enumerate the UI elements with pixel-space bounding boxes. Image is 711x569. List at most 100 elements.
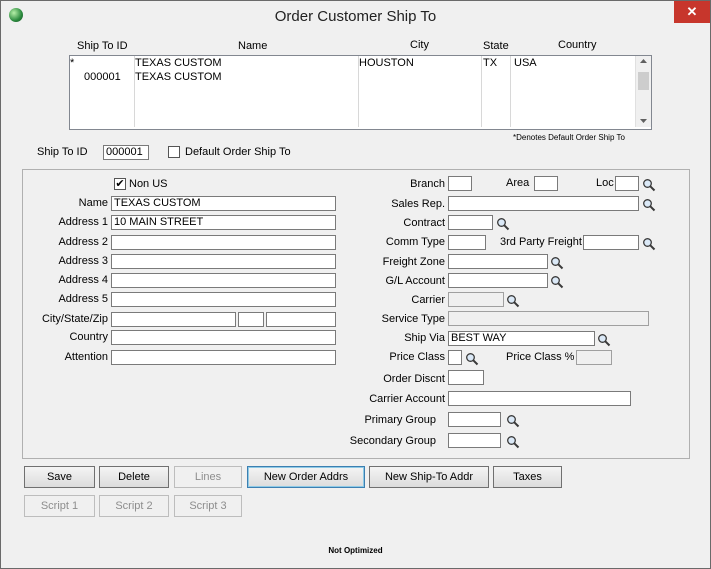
address1-label: Address 1 — [58, 216, 108, 228]
secondary-group-lookup-icon[interactable] — [506, 435, 520, 449]
address2-label: Address 2 — [58, 236, 108, 248]
address5-label: Address 5 — [58, 293, 108, 305]
price-class-field[interactable] — [448, 350, 462, 365]
script-1-button[interactable]: Script 1 — [24, 495, 95, 517]
city-state-zip-label: City/State/Zip — [41, 313, 108, 325]
list-scrollbar[interactable] — [635, 56, 651, 127]
lines-button[interactable]: Lines — [174, 466, 242, 488]
third-party-freight-lookup-icon[interactable] — [642, 237, 656, 251]
contract-lookup-icon[interactable] — [496, 217, 510, 231]
non-us-label: Non US — [129, 178, 168, 190]
table-row[interactable]: 000001 TEXAS CUSTOM — [70, 71, 635, 85]
default-order-ship-to-checkbox[interactable] — [168, 146, 180, 158]
row-ship-to-id: * — [70, 57, 75, 69]
contract-field[interactable] — [448, 215, 493, 230]
primary-group-field[interactable] — [448, 412, 501, 427]
gl-account-lookup-icon[interactable] — [550, 275, 564, 289]
default-order-ship-to-label: Default Order Ship To — [185, 146, 291, 158]
sales-rep-lookup-icon[interactable] — [642, 198, 656, 212]
window-title: Order Customer Ship To — [274, 8, 437, 25]
country-label: Country — [69, 331, 108, 343]
non-us-checkbox[interactable]: ✔ — [114, 178, 126, 190]
row-country: USA — [514, 57, 537, 69]
ship-to-id-field[interactable]: 000001 — [103, 145, 149, 160]
loc-field[interactable] — [615, 176, 639, 191]
price-class-pct-field[interactable] — [576, 350, 612, 365]
price-class-lookup-icon[interactable] — [465, 352, 479, 366]
order-discount-label: Order Discnt — [383, 373, 445, 385]
secondary-group-field[interactable] — [448, 433, 501, 448]
address4-label: Address 4 — [58, 274, 108, 286]
third-party-freight-label: 3rd Party Freight — [500, 236, 582, 248]
script-2-button[interactable]: Script 2 — [99, 495, 169, 517]
default-footnote: *Denotes Default Order Ship To — [513, 133, 625, 142]
table-row[interactable]: * TEXAS CUSTOM HOUSTON TX USA — [70, 57, 635, 71]
col-header-city[interactable]: City — [410, 39, 429, 51]
col-header-ship-to-id[interactable]: Ship To ID — [77, 40, 128, 52]
service-type-label: Service Type — [381, 313, 445, 325]
primary-group-label: Primary Group — [364, 414, 436, 426]
attention-field[interactable] — [111, 350, 336, 365]
area-field[interactable] — [534, 176, 558, 191]
new-order-addrs-button[interactable]: New Order Addrs — [247, 466, 365, 488]
scrollbar-arrows-icon — [638, 59, 649, 123]
gl-account-field[interactable] — [448, 273, 548, 288]
service-type-field[interactable] — [448, 311, 649, 326]
sales-rep-label: Sales Rep. — [391, 198, 445, 210]
branch-field[interactable] — [448, 176, 472, 191]
price-class-label: Price Class — [389, 351, 445, 363]
carrier-lookup-icon[interactable] — [506, 294, 520, 308]
title-bar: Order Customer Ship To ✕ — [1, 1, 710, 31]
address4-field[interactable] — [111, 273, 336, 288]
secondary-group-label: Secondary Group — [349, 435, 436, 447]
col-header-state[interactable]: State — [483, 40, 509, 52]
name-label: Name — [78, 197, 108, 209]
carrier-field[interactable] — [448, 292, 504, 307]
freight-zone-field[interactable] — [448, 254, 548, 269]
row-city: HOUSTON — [359, 57, 414, 69]
loc-lookup-icon[interactable] — [642, 178, 656, 192]
country-field[interactable] — [111, 330, 336, 345]
address5-field[interactable] — [111, 292, 336, 307]
ship-via-field[interactable]: BEST WAY — [448, 331, 595, 346]
row-state: TX — [483, 57, 498, 69]
gl-account-label: G/L Account — [385, 275, 445, 287]
row-name: TEXAS CUSTOM — [135, 57, 222, 69]
freight-zone-label: Freight Zone — [382, 256, 445, 268]
freight-zone-lookup-icon[interactable] — [550, 256, 564, 270]
carrier-account-field[interactable] — [448, 391, 631, 406]
address1-field[interactable]: 10 MAIN STREET — [111, 215, 336, 230]
row-ship-to-id: 000001 — [84, 71, 121, 83]
third-party-freight-field[interactable] — [583, 235, 639, 250]
save-button[interactable]: Save — [24, 466, 95, 488]
ship-to-list[interactable]: * TEXAS CUSTOM HOUSTON TX USA 000001 TEX… — [69, 55, 652, 130]
price-class-pct-label: Price Class % — [506, 351, 575, 363]
new-ship-to-addr-button[interactable]: New Ship-To Addr — [369, 466, 489, 488]
area-label: Area — [506, 177, 530, 189]
name-field[interactable]: TEXAS CUSTOM — [111, 196, 336, 211]
order-discount-field[interactable] — [448, 370, 484, 385]
script-3-button[interactable]: Script 3 — [174, 495, 242, 517]
address3-field[interactable] — [111, 254, 336, 269]
taxes-button[interactable]: Taxes — [493, 466, 562, 488]
sales-rep-field[interactable] — [448, 196, 639, 211]
branch-label: Branch — [410, 178, 445, 190]
comm-type-field[interactable] — [448, 235, 486, 250]
contract-label: Contract — [403, 217, 445, 229]
delete-button[interactable]: Delete — [99, 466, 169, 488]
ship-via-lookup-icon[interactable] — [597, 333, 611, 347]
order-customer-ship-to-window: Order Customer Ship To ✕ Ship To ID Name… — [0, 0, 711, 569]
city-field[interactable] — [111, 312, 236, 327]
col-header-name[interactable]: Name — [238, 40, 267, 52]
zip-field[interactable] — [266, 312, 336, 327]
state-field[interactable] — [238, 312, 264, 327]
loc-label: Loc — [596, 177, 614, 189]
comm-type-label: Comm Type — [385, 236, 445, 248]
address2-field[interactable] — [111, 235, 336, 250]
row-name: TEXAS CUSTOM — [135, 71, 222, 83]
ship-to-id-label: Ship To ID — [37, 146, 88, 158]
attention-label: Attention — [64, 351, 108, 363]
close-button[interactable]: ✕ — [674, 1, 710, 23]
col-header-country[interactable]: Country — [558, 39, 597, 51]
primary-group-lookup-icon[interactable] — [506, 414, 520, 428]
